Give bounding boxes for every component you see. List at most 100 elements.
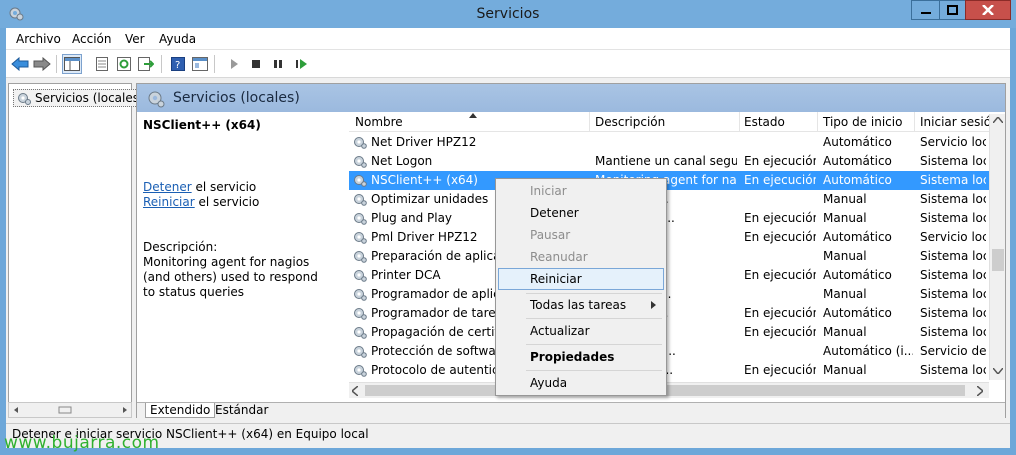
service-gear-icon [354, 175, 367, 187]
menu-separator [526, 344, 662, 345]
ctx-todas-las-tareas[interactable]: Todas las tareas [498, 294, 664, 316]
column-separator[interactable] [817, 112, 818, 132]
table-row[interactable]: Printer DCA En ejecución Automático Sistema… [349, 266, 989, 285]
tab-extendido[interactable]: Extendido [145, 403, 216, 418]
cell-logon: Servicio de re [920, 344, 986, 358]
main-header-title: Servicios (locales) [173, 90, 300, 106]
stop-service-button[interactable] [246, 54, 266, 74]
restart-service-button[interactable] [292, 54, 312, 74]
services-list: Nombre Descripción Estado Tipo de inicio… [349, 112, 1005, 402]
column-separator[interactable] [739, 112, 740, 132]
tree-item-label: Servicios (locales) [35, 91, 144, 105]
column-iniciar-sesion[interactable]: Iniciar sesión [920, 115, 999, 129]
tree-item-servicios-locales[interactable]: Servicios (locales) [13, 89, 148, 107]
cell-start: Automático [823, 173, 892, 187]
rows-container: Net Driver HPZ12AutomáticoServicio locaN… [349, 133, 989, 380]
show-hide-tree-button[interactable] [62, 54, 82, 74]
ctx-reanudar[interactable]: Reanudar [498, 246, 664, 268]
table-row[interactable]: Programador de aplicaclecer priori...Man… [349, 285, 989, 304]
view-tabs: Extendido Estándar [137, 402, 1005, 418]
maximize-button[interactable] [939, 0, 966, 20]
column-descripcion[interactable]: Descripción [595, 115, 665, 129]
title-bar[interactable]: Servicios [0, 0, 1016, 28]
cell-state: En ejecución [744, 363, 816, 377]
ctx-actualizar[interactable]: Actualizar [498, 320, 664, 342]
properties-button[interactable] [190, 54, 210, 74]
close-button[interactable] [965, 0, 1011, 20]
menu-item-label: Pausar [530, 228, 571, 242]
table-row[interactable]: Protección de softwarescarga, inst...Aut… [349, 342, 989, 361]
table-row[interactable]: Net Driver HPZ12 Automático Servicio loca [349, 133, 989, 152]
ctx-iniciar[interactable]: Iniciar [498, 180, 664, 202]
refresh-icon [117, 57, 131, 71]
refresh-button[interactable] [114, 54, 134, 74]
menu-ver[interactable]: Ver [125, 32, 145, 46]
cell-start: Manual [823, 325, 867, 339]
table-row[interactable]: Protocolo de autenticacotocolo de ...En … [349, 361, 989, 380]
table-row[interactable]: Propagación de certificificados d...En e… [349, 323, 989, 342]
minimize-button[interactable] [911, 0, 940, 20]
table-row[interactable]: Optimizar unidadespo a ejecu...ManualSis… [349, 190, 989, 209]
export-list-button[interactable] [136, 54, 156, 74]
menu-accion[interactable]: Acción [72, 32, 111, 46]
cell-state: En ejecución [744, 268, 816, 282]
tab-estandar[interactable]: Estándar [211, 403, 272, 417]
service-gear-icon [354, 156, 367, 168]
menu-separator [526, 370, 662, 371]
service-gear-icon [354, 251, 367, 263]
scrollbar-arrows-icon [14, 406, 127, 414]
toolbar-separator [56, 55, 57, 73]
ctx-reiniciar[interactable]: Reiniciar [498, 268, 664, 290]
menu-item-label: Detener [530, 206, 579, 220]
table-row[interactable]: Plug and Playquipo para ...En ejecuciónM… [349, 209, 989, 228]
menu-item-label: Iniciar [530, 184, 567, 198]
cell-logon: Sistema loca [920, 287, 986, 301]
start-service-button[interactable] [224, 54, 244, 74]
table-row[interactable]: NSClient++ (x64)Monitoring agent for na.… [349, 171, 989, 190]
service-gear-icon [354, 308, 367, 320]
service-gear-icon [354, 213, 367, 225]
vertical-scrollbar[interactable] [989, 114, 1005, 380]
service-gear-icon [354, 194, 367, 206]
restart-service-link[interactable]: Reiniciar [143, 195, 195, 209]
back-button[interactable] [10, 54, 30, 74]
services-gear-icon [148, 91, 165, 108]
forward-button[interactable] [32, 54, 52, 74]
cell-logon: Sistema loca [920, 192, 986, 206]
horizontal-scrollbar[interactable] [349, 382, 989, 398]
cell-name: Net Driver HPZ12 [371, 135, 477, 149]
stop-line: Detener el servicio [143, 180, 256, 194]
vertical-scroll-thumb[interactable] [992, 249, 1004, 271]
ctx-detener[interactable]: Detener [498, 202, 664, 224]
cell-logon: Sistema loca [920, 268, 986, 282]
ctx-pausar[interactable]: Pausar [498, 224, 664, 246]
menu-bar: Archivo Acción Ver Ayuda [6, 28, 1010, 50]
forward-arrow-icon [33, 57, 51, 71]
ctx-propiedades[interactable]: Propiedades [498, 346, 664, 368]
column-nombre[interactable]: Nombre [355, 115, 403, 129]
column-tipo-inicio[interactable]: Tipo de inicio [823, 115, 902, 129]
cell-state: En ejecución [744, 230, 816, 244]
table-row[interactable]: Preparación de aplicacioplicacione...Man… [349, 247, 989, 266]
cell-state: En ejecución [744, 306, 816, 320]
stop-service-link[interactable]: Detener [143, 180, 192, 194]
menu-archivo[interactable]: Archivo [16, 32, 61, 46]
cell-start: Manual [823, 287, 867, 301]
menu-ayuda[interactable]: Ayuda [159, 32, 196, 46]
restart-icon [296, 59, 307, 69]
table-row[interactable]: Programador de tareasusuario co...En eje… [349, 304, 989, 323]
tree-horizontal-scrollbar[interactable] [8, 402, 132, 418]
ctx-ayuda[interactable]: Ayuda [498, 372, 664, 394]
table-row[interactable]: Pml Driver HPZ12 En ejecución Automático Se… [349, 228, 989, 247]
column-estado[interactable]: Estado [744, 115, 785, 129]
pause-icon [274, 60, 282, 68]
pause-service-button[interactable] [268, 54, 288, 74]
column-separator[interactable] [914, 112, 915, 132]
column-separator[interactable] [589, 112, 590, 132]
properties-icon [192, 57, 208, 71]
cell-start: Automático [823, 154, 892, 168]
help-button[interactable]: ? [168, 54, 188, 74]
view-list-button[interactable] [92, 54, 112, 74]
toolbar: ? [6, 50, 1010, 78]
table-row[interactable]: Net Logon Mantiene un canal segu... En eje… [349, 152, 989, 171]
